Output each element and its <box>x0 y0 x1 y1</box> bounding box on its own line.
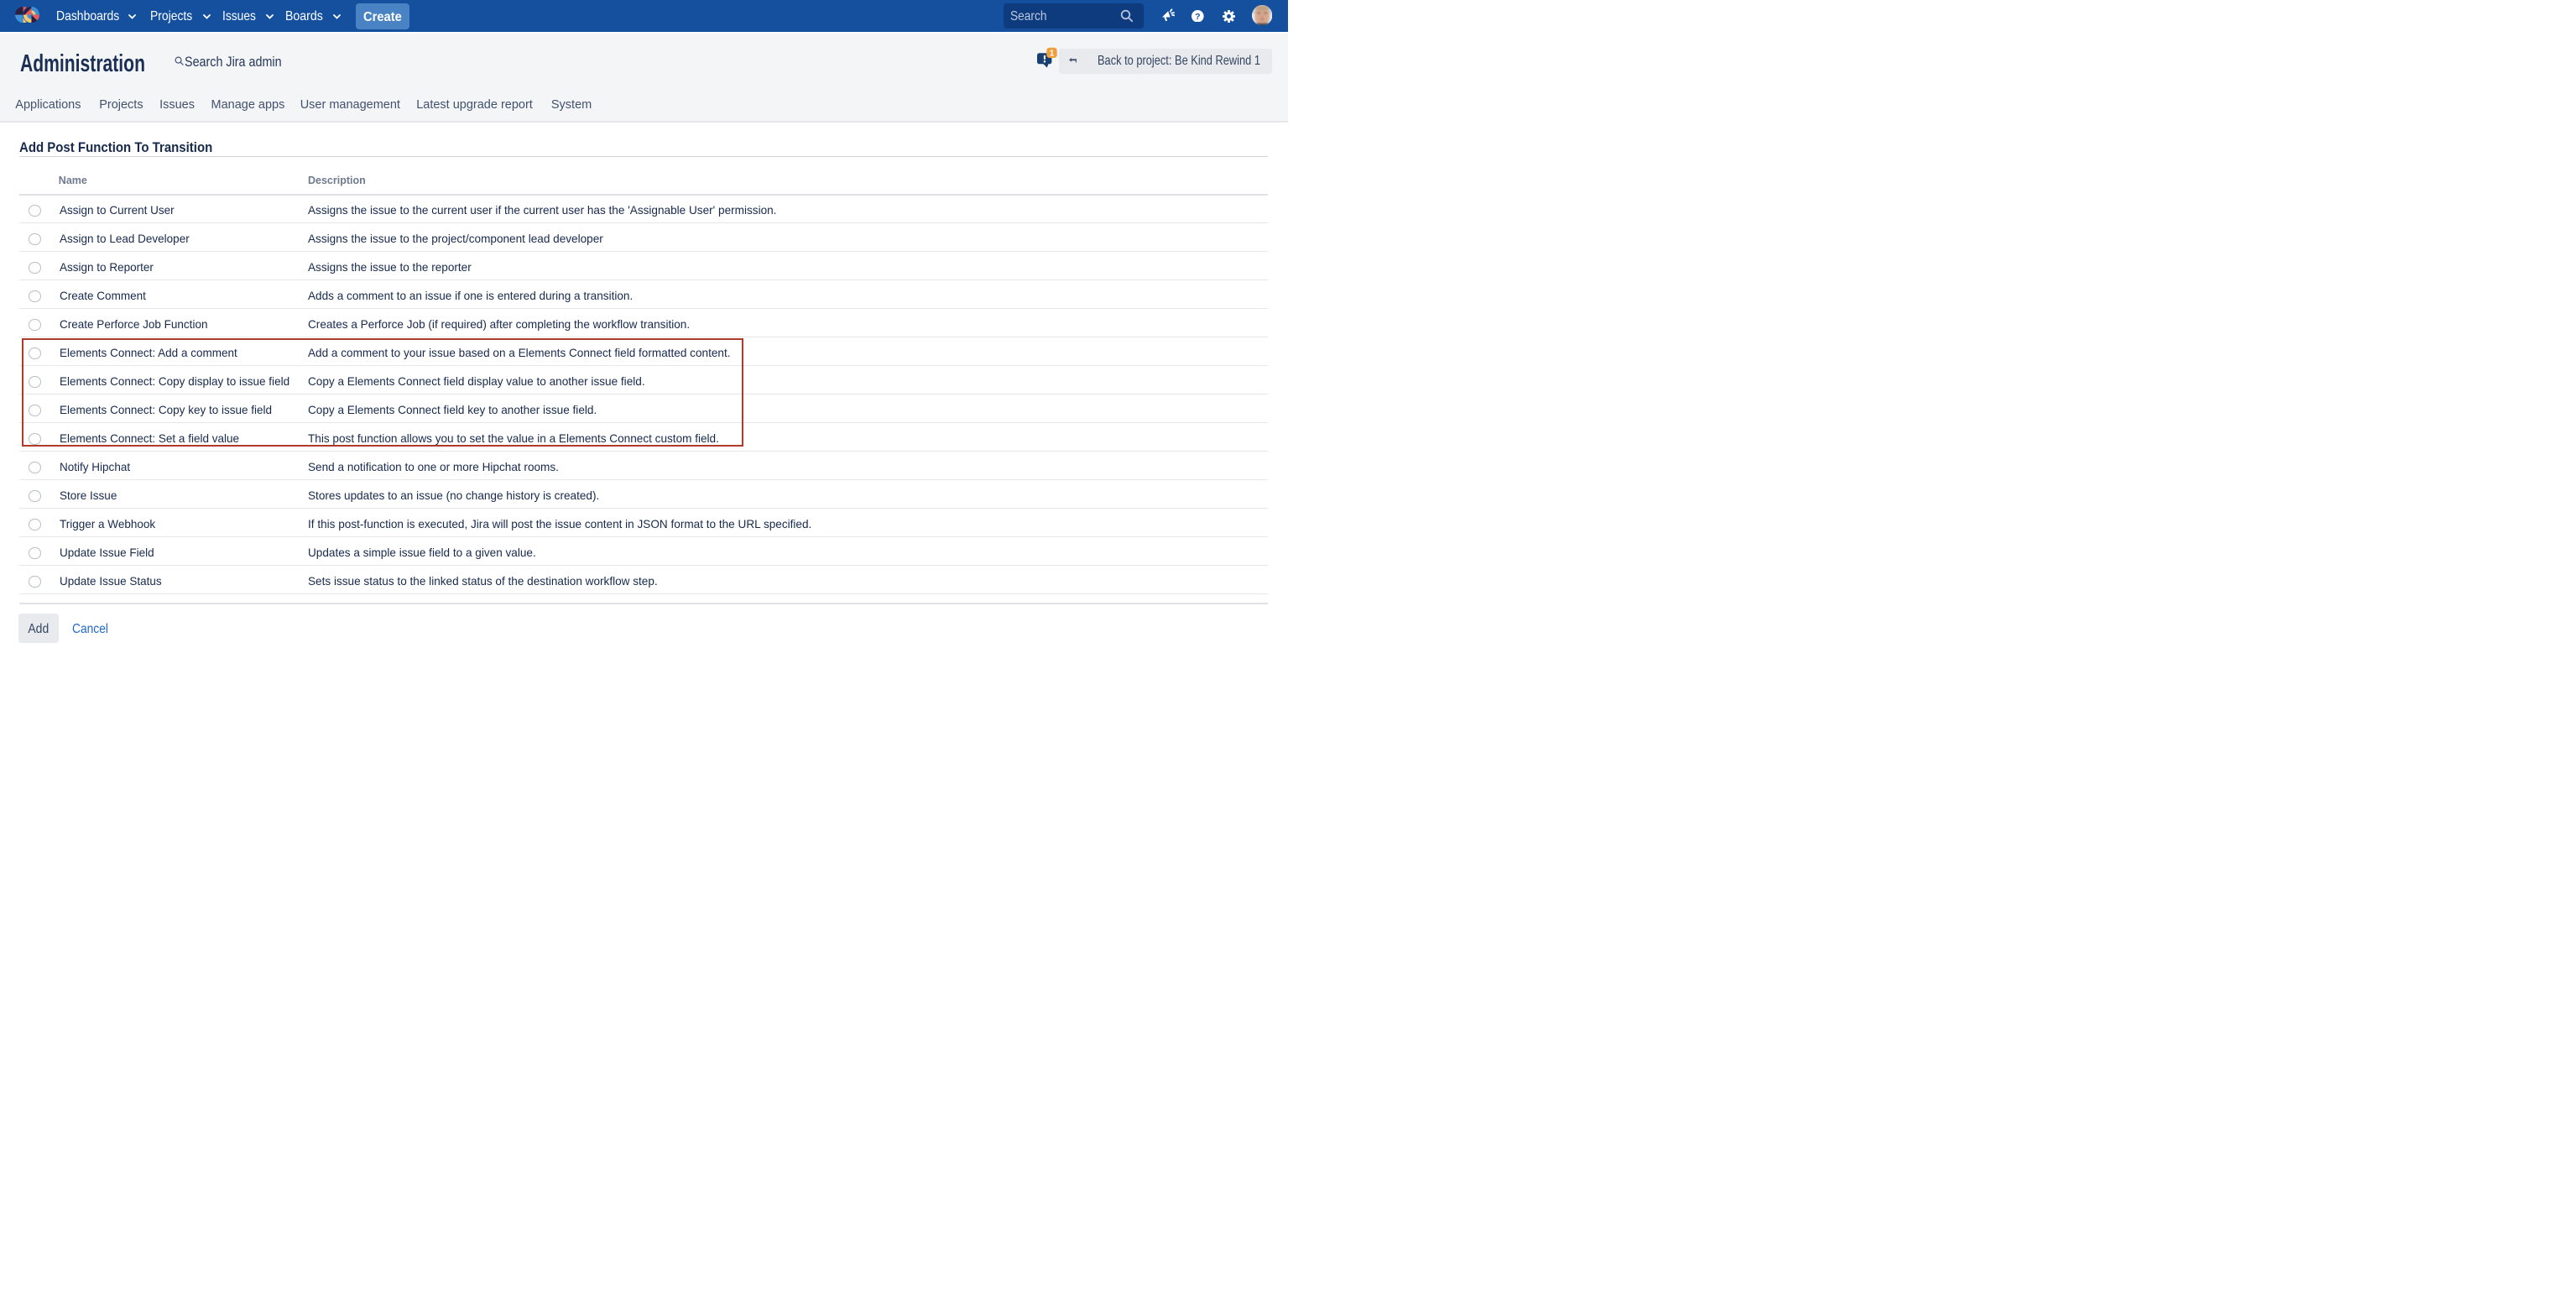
svg-text:1: 1 <box>1049 49 1054 58</box>
svg-text:?: ? <box>1195 13 1200 22</box>
